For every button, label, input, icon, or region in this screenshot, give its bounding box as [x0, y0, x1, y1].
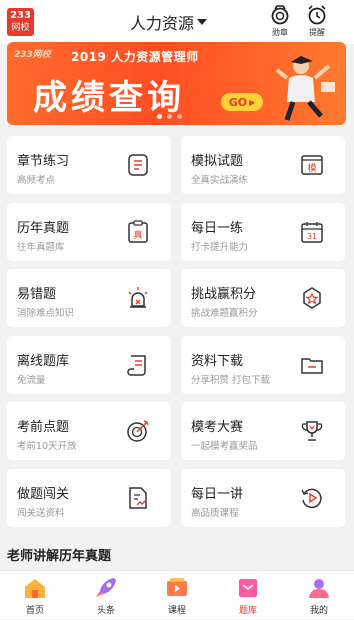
- alarm-icon: [128, 287, 148, 308]
- card-title: 离线题库: [17, 354, 70, 369]
- go-label: GO: [228, 95, 248, 109]
- card-title: 易错题: [17, 287, 57, 302]
- go-button[interactable]: GO ▶: [221, 93, 263, 111]
- card-subtitle: 高品质课程: [191, 508, 239, 519]
- carousel-dot[interactable]: [177, 114, 182, 119]
- card-subtitle: 挑战难题赢积分: [191, 308, 258, 319]
- banner-headline: 2019 人力资源管理师: [71, 50, 199, 64]
- svg-text:真: 真: [133, 229, 142, 241]
- badge-icon: [303, 287, 321, 309]
- card-title: 考前点题: [17, 420, 70, 435]
- nav-label: 题库: [238, 606, 257, 616]
- app-logo[interactable]: 233 网校: [7, 8, 34, 36]
- card-subtitle: 一起模考赢奖品: [191, 441, 258, 452]
- card-subtitle: 免流量: [17, 375, 46, 386]
- banner-brand: 233网校: [14, 50, 51, 60]
- svg-text:模: 模: [307, 163, 316, 174]
- card-subtitle: 全真实战演练: [191, 175, 249, 186]
- offline-scroll-icon: [127, 355, 146, 376]
- card-offline-bank[interactable]: 离线题库 免流量: [7, 336, 171, 394]
- nav-item-profile[interactable]: 我的: [284, 571, 354, 620]
- card-daily-lecture[interactable]: 每日一讲 高品质课程: [181, 469, 345, 527]
- medal-label: 勋章: [272, 28, 288, 37]
- card-title: 资料下载: [191, 354, 244, 369]
- card-title: 章节练习: [17, 154, 70, 169]
- card-subtitle: 闯关送资料: [17, 508, 65, 519]
- card-error-prone[interactable]: 易错题 消除难点知识: [7, 269, 171, 327]
- section-title: 老师讲解历年真题: [7, 549, 112, 564]
- medal-icon: [271, 5, 289, 25]
- past-paper-icon: 真: [128, 220, 148, 243]
- course-icon: [167, 578, 187, 596]
- card-title: 每日一讲: [191, 487, 244, 502]
- card-subtitle: 分享积赞 打包下载: [191, 375, 271, 386]
- profile-icon: [309, 579, 329, 598]
- jumping-person-illustration: [275, 56, 335, 121]
- medal-button[interactable]: 勋章: [266, 4, 294, 40]
- promo-banner[interactable]: 233网校 2019 人力资源管理师 成绩查询 GO ▶: [7, 42, 346, 125]
- document-chart-icon: [129, 487, 147, 509]
- logo-text-top: 233: [10, 10, 31, 21]
- nav-item-headlines[interactable]: 头条: [71, 571, 141, 620]
- card-material-download[interactable]: 资料下载 分享积赞 打包下载: [181, 336, 345, 394]
- nav-label: 首页: [25, 606, 44, 616]
- subject-selector[interactable]: 人力资源: [130, 11, 208, 33]
- nav-item-home[interactable]: 首页: [0, 571, 70, 620]
- card-pre-exam-topics[interactable]: 考前点题 考前10天开放: [7, 402, 171, 460]
- nav-item-question-bank[interactable]: 题库: [213, 571, 283, 620]
- card-subtitle: 往年真题库: [17, 242, 65, 253]
- trophy-icon: [301, 421, 323, 441]
- card-subtitle: 考前10天开放: [17, 441, 77, 452]
- card-past-papers[interactable]: 历年真题 往年真题库 真: [7, 203, 171, 261]
- card-mock-exam[interactable]: 模拟试题 全真实战演练 模: [181, 136, 345, 194]
- nav-label: 头条: [96, 606, 115, 616]
- card-title: 挑战赢积分: [191, 287, 257, 302]
- question-bank-icon: [239, 579, 257, 597]
- logo-text-bottom: 网校: [11, 23, 30, 33]
- play-arrow-icon: ▶: [249, 97, 256, 107]
- banner-main-text: 成绩查询: [33, 78, 185, 118]
- carousel-dots: [157, 114, 182, 119]
- card-subtitle: 消除难点知识: [17, 308, 75, 319]
- card-title: 模拟试题: [191, 154, 244, 169]
- card-title: 每日一练: [191, 221, 244, 236]
- folder-icon: [301, 358, 323, 374]
- card-level-challenge[interactable]: 做题闯关 闯关送资料: [7, 469, 171, 527]
- card-mock-contest[interactable]: 模考大赛 一起模考赢奖品: [181, 402, 345, 460]
- target-icon: [127, 420, 149, 442]
- list-icon: [128, 154, 148, 176]
- card-title: 做题闯关: [17, 487, 70, 502]
- bottom-nav: 首页 头条 课程 题库 我的: [0, 570, 354, 619]
- card-subtitle: 打卡提升能力: [191, 242, 249, 253]
- calendar-icon: 31: [301, 222, 323, 243]
- card-title: 模考大赛: [191, 420, 244, 435]
- card-chapter-practice[interactable]: 章节练习 高频考点: [7, 136, 171, 194]
- home-icon: [25, 579, 45, 598]
- card-challenge-points[interactable]: 挑战赢积分 挑战难题赢积分: [181, 269, 345, 327]
- carousel-dot[interactable]: [167, 114, 172, 119]
- page-title: 人力资源: [130, 14, 195, 33]
- mock-exam-icon: 模: [301, 155, 323, 175]
- carousel-dot[interactable]: [157, 114, 162, 119]
- reminder-button[interactable]: 提醒: [303, 4, 331, 40]
- chevron-down-icon: [197, 19, 208, 25]
- nav-label: 课程: [167, 606, 186, 616]
- card-subtitle: 高频考点: [17, 175, 56, 186]
- nav-label: 我的: [309, 606, 328, 616]
- card-daily-practice[interactable]: 每日一练 打卡提升能力 31: [181, 203, 345, 261]
- rocket-icon: [96, 578, 116, 597]
- top-header: 233 网校 人力资源 勋章 提醒: [0, 0, 354, 44]
- alarm-clock-icon: [308, 5, 326, 25]
- svg-text:31: 31: [307, 232, 317, 241]
- replay-icon: [301, 488, 322, 509]
- nav-item-courses[interactable]: 课程: [142, 571, 212, 620]
- reminder-label: 提醒: [309, 28, 325, 37]
- card-title: 历年真题: [17, 221, 70, 236]
